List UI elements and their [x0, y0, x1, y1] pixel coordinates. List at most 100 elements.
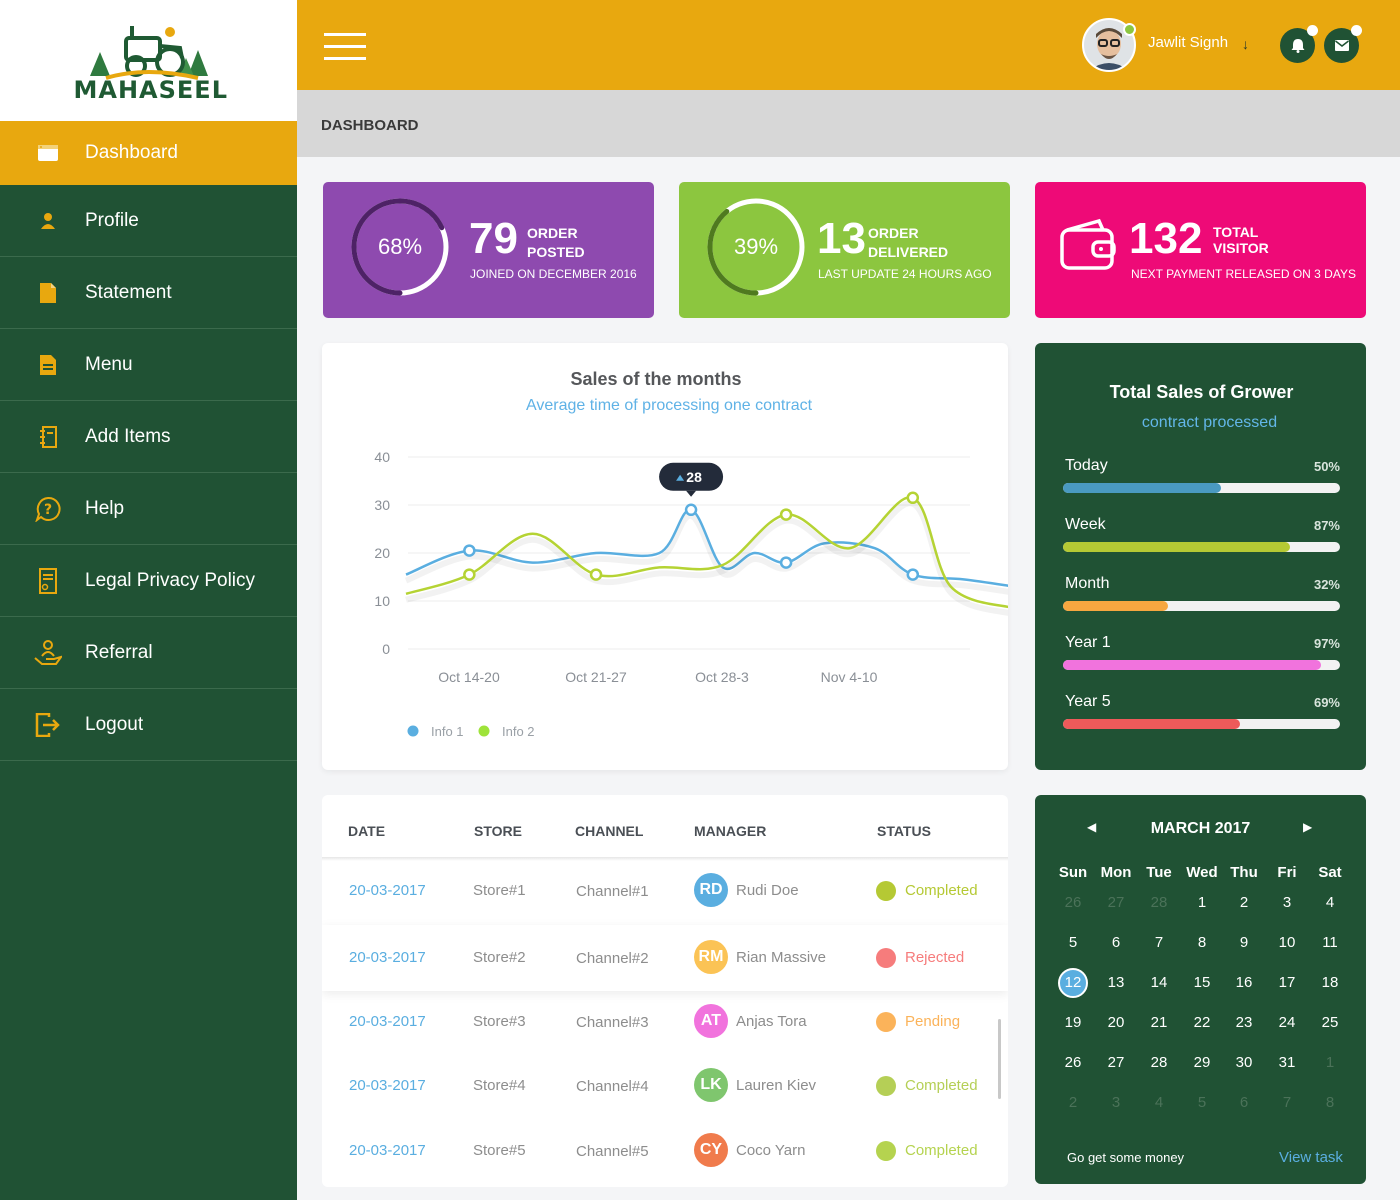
calendar-day[interactable]: 26 [1058, 888, 1088, 918]
calendar-day[interactable]: 3 [1272, 888, 1302, 918]
status-dot [876, 948, 896, 968]
sidebar-item-legal-privacy-policy[interactable]: Legal Privacy Policy [0, 545, 297, 617]
calendar-day[interactable]: 27 [1101, 1048, 1131, 1078]
logout-icon [34, 711, 62, 739]
calendar-day[interactable]: 28 [1144, 1048, 1174, 1078]
calendar-day[interactable]: 9 [1229, 928, 1259, 958]
calendar-day[interactable]: 4 [1315, 888, 1345, 918]
weekday-label: Tue [1146, 864, 1172, 881]
calendar-day[interactable]: 29 [1187, 1048, 1217, 1078]
calendar-day[interactable]: 7 [1144, 928, 1174, 958]
calendar-day[interactable]: 23 [1229, 1008, 1259, 1038]
legend-label: Info 2 [502, 724, 535, 739]
calendar-day[interactable]: 22 [1187, 1008, 1217, 1038]
calendar-month-title: MARCH 2017 [1150, 820, 1251, 837]
calendar-day[interactable]: 14 [1144, 968, 1174, 998]
row-manager: Anjas Tora [736, 1013, 807, 1030]
calendar-day[interactable]: 8 [1315, 1088, 1345, 1118]
table-row[interactable]: 20-03-2017 Store#5 Channel#5 CY Coco Yarn Com… [322, 1118, 1008, 1184]
brand-logo[interactable]: MAHASEEL [74, 16, 227, 106]
hamburger-menu-icon[interactable] [324, 33, 366, 61]
tooltip-value: 28 [686, 469, 702, 485]
calendar-day[interactable]: 18 [1315, 968, 1345, 998]
stat-label: TOTAL VISITOR [1213, 224, 1313, 256]
calendar-day[interactable]: 28 [1144, 888, 1174, 918]
calendar-day[interactable]: 1 [1187, 888, 1217, 918]
calendar-day[interactable]: 5 [1058, 928, 1088, 958]
status-dot [876, 1012, 896, 1032]
stat-number: 132 [1129, 214, 1203, 263]
calendar-day[interactable]: 19 [1058, 1008, 1088, 1038]
column-header-channel[interactable]: CHANNEL [575, 823, 643, 839]
user-dropdown-arrow-icon[interactable]: ↓ [1242, 36, 1249, 52]
user-name[interactable]: Jawlit Signh [1148, 34, 1228, 51]
messages-button[interactable] [1324, 25, 1362, 63]
calendar-day[interactable]: 5 [1187, 1088, 1217, 1118]
table-row[interactable]: 20-03-2017 Store#4 Channel#4 LK Lauren Kiev C… [322, 1053, 1008, 1119]
calendar-day[interactable]: 4 [1144, 1088, 1174, 1118]
calendar-next-icon[interactable]: ▶ [1303, 820, 1312, 834]
calendar-day[interactable]: 6 [1229, 1088, 1259, 1118]
column-header-date[interactable]: DATE [348, 823, 385, 839]
stat-label-line-1: TOTAL [1213, 224, 1259, 240]
sidebar-item-profile[interactable]: Profile [0, 185, 297, 257]
calendar-day[interactable]: 2 [1229, 888, 1259, 918]
calendar-day[interactable]: 21 [1144, 1008, 1174, 1038]
calendar-day[interactable]: 27 [1101, 888, 1131, 918]
view-task-link[interactable]: View task [1279, 1149, 1343, 1166]
notifications-button[interactable] [1280, 25, 1318, 63]
row-date: 20-03-2017 [349, 1077, 426, 1094]
calendar-day[interactable]: 10 [1272, 928, 1302, 958]
row-date: 20-03-2017 [349, 1142, 426, 1159]
sidebar-item-logout[interactable]: Logout [0, 689, 297, 761]
calendar-day[interactable]: 17 [1272, 968, 1302, 998]
legend-label: Info 1 [431, 724, 464, 739]
sidebar-item-statement[interactable]: Statement [0, 257, 297, 329]
weekday-label: Sun [1058, 864, 1088, 881]
calendar-day[interactable]: 20 [1101, 1008, 1131, 1038]
calendar-day[interactable]: 24 [1272, 1008, 1302, 1038]
row-manager: Rian Massive [736, 949, 827, 966]
row-store: Store#1 [473, 882, 526, 899]
manager-avatar: RD [694, 873, 728, 907]
table-row[interactable]: 20-03-2017 Store#2 Channel#2 RM Rian Massive… [322, 925, 1008, 991]
bar-percent: 97% [1313, 636, 1340, 651]
calendar-widget: ◀ MARCH 2017 ▶ Sun Mon Tue Wed Thu Fri Sat 26 27… [1035, 795, 1366, 1184]
calendar-day[interactable]: 8 [1187, 928, 1217, 958]
sidebar-item-menu[interactable]: Menu [0, 329, 297, 401]
calendar-day[interactable]: 1 [1315, 1048, 1345, 1078]
calendar-day[interactable]: 2 [1058, 1088, 1088, 1118]
table-row[interactable]: 20-03-2017 Store#1 Channel#1 RD Rudi Doe Comp… [322, 858, 1008, 924]
data-point [463, 544, 476, 557]
bar-track [1063, 719, 1340, 729]
x-tick-label: Oct 14-20 [438, 669, 500, 685]
calendar-day[interactable]: 11 [1315, 928, 1345, 958]
calendar-day[interactable]: 25 [1315, 1008, 1345, 1038]
calendar-day[interactable]: 13 [1101, 968, 1131, 998]
data-point [779, 508, 793, 521]
column-header-status[interactable]: STATUS [877, 823, 931, 839]
table-scrollbar[interactable] [998, 1019, 1001, 1099]
sidebar-item-label: Add Items [85, 425, 171, 447]
calendar-day[interactable]: 3 [1101, 1088, 1131, 1118]
table-row[interactable]: 20-03-2017 Store#3 Channel#3 AT Anjas Tora Pe… [322, 989, 1008, 1055]
calendar-day[interactable]: 7 [1272, 1088, 1302, 1118]
calendar-day[interactable]: 6 [1101, 928, 1131, 958]
sidebar-item-add-items[interactable]: Add Items [0, 401, 297, 473]
bar-label: Month [1065, 575, 1110, 592]
sidebar-item-dashboard[interactable]: Dashboard [0, 121, 297, 185]
sidebar-item-referral[interactable]: Referral [0, 617, 297, 689]
status-badge: Completed [905, 882, 978, 899]
sidebar-item-help[interactable]: ? Help [0, 473, 297, 545]
weekday-label: Mon [1100, 864, 1132, 881]
calendar-day[interactable]: 31 [1272, 1048, 1302, 1078]
calendar-day[interactable]: 26 [1058, 1048, 1088, 1078]
calendar-day[interactable]: 30 [1229, 1048, 1259, 1078]
calendar-day[interactable]: 16 [1229, 968, 1259, 998]
column-header-manager[interactable]: MANAGER [694, 823, 766, 839]
calendar-day-today[interactable]: 12 [1058, 968, 1088, 998]
document-icon [34, 279, 62, 307]
column-header-store[interactable]: STORE [474, 823, 522, 839]
status-badge: Rejected [905, 949, 965, 966]
calendar-day[interactable]: 15 [1187, 968, 1217, 998]
